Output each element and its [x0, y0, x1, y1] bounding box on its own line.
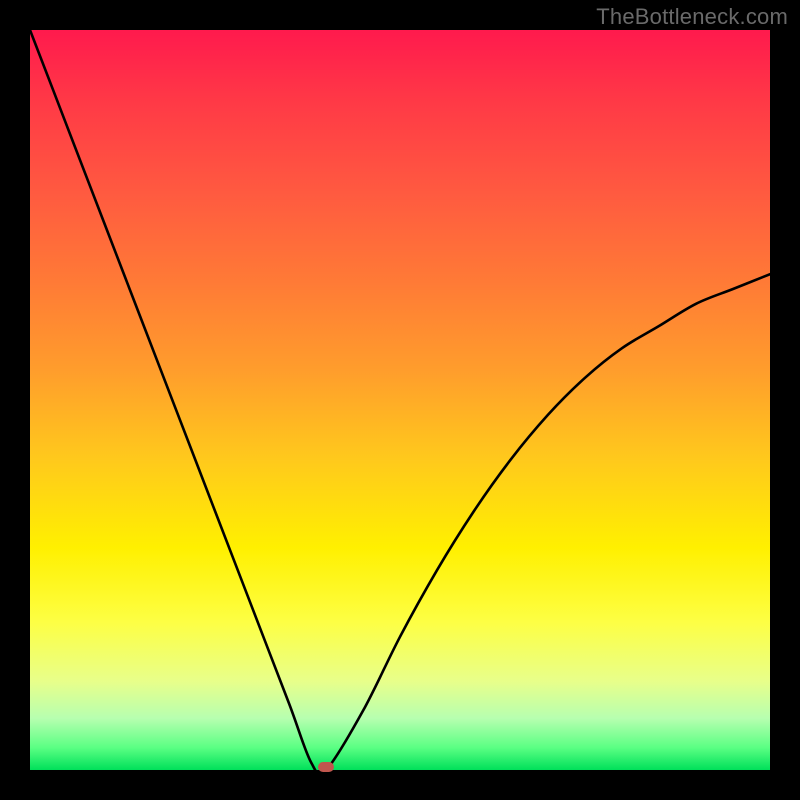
watermark-text: TheBottleneck.com	[596, 4, 788, 30]
chart-frame: TheBottleneck.com	[0, 0, 800, 800]
bottleneck-curve	[30, 30, 770, 770]
balance-point-marker	[318, 762, 334, 772]
plot-area	[30, 30, 770, 770]
